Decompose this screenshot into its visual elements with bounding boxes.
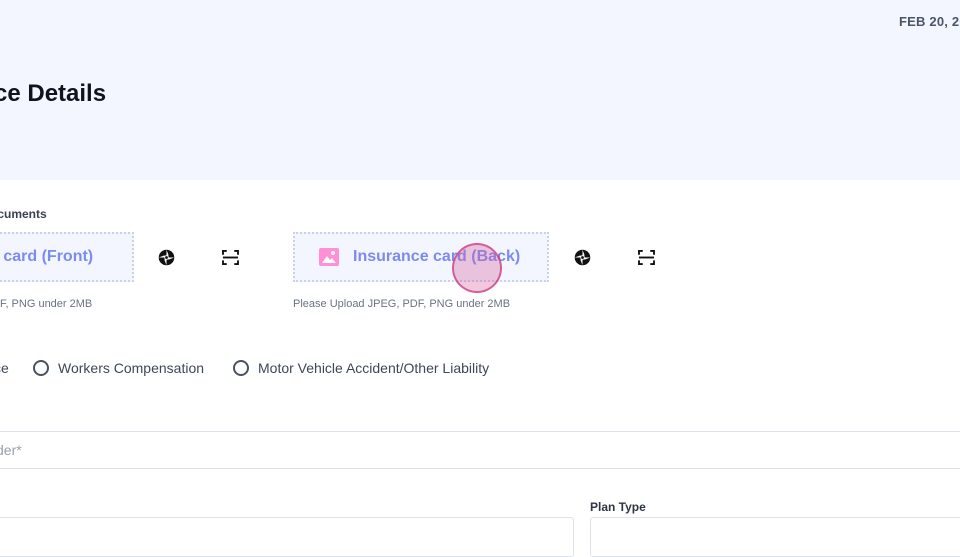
upload-front-hint: DF, PNG under 2MB <box>0 298 93 310</box>
left-bottom-input[interactable] <box>0 517 574 557</box>
radio-option-motor-vehicle[interactable]: Motor Vehicle Accident/Other Liability <box>233 360 489 376</box>
insurance-provider-input[interactable] <box>0 431 960 469</box>
radio-label: ce <box>0 360 9 376</box>
plan-type-label: Plan Type <box>590 500 646 514</box>
radio-option-primary[interactable]: ce <box>0 360 9 376</box>
insurance-provider-placeholder: der* <box>0 442 22 458</box>
header-date: FEB 20, 20 <box>899 14 960 29</box>
image-icon <box>319 248 339 266</box>
camera-aperture-icon[interactable] <box>157 248 175 266</box>
radio-circle[interactable] <box>33 360 49 376</box>
page-title: ce Details <box>0 80 107 107</box>
upload-back-button[interactable]: Insurance card (Back) <box>293 232 549 282</box>
plan-type-select[interactable] <box>590 517 960 557</box>
scan-icon[interactable] <box>221 248 239 266</box>
radio-label: Workers Compensation <box>58 360 205 376</box>
radio-circle[interactable] <box>233 360 249 376</box>
upload-front-button[interactable]: e card (Front) <box>0 232 134 282</box>
radio-label: Motor Vehicle Accident/Other Liability <box>258 360 490 376</box>
page-header: FEB 20, 20 ce Details <box>0 0 960 180</box>
upload-front-label: e card (Front) <box>0 248 94 265</box>
scan-icon[interactable] <box>637 248 655 266</box>
upload-back-label: Insurance card (Back) <box>353 248 521 265</box>
upload-back-hint: Please Upload JPEG, PDF, PNG under 2MB <box>293 298 511 310</box>
documents-section-label: ocuments <box>0 207 47 221</box>
radio-option-workers-compensation[interactable]: Workers Compensation <box>33 360 204 376</box>
camera-aperture-icon[interactable] <box>573 248 591 266</box>
